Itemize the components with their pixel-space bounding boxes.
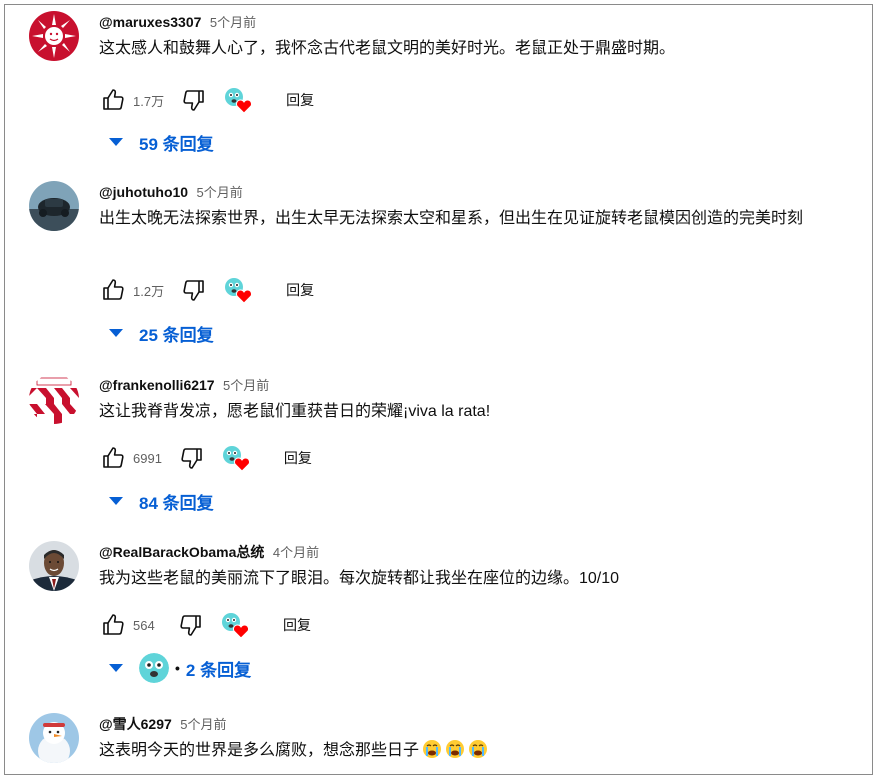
- thumb-up-icon[interactable]: [99, 611, 127, 639]
- like-count: 1.2万: [133, 283, 165, 299]
- author-handle[interactable]: @frankenolli6217: [99, 377, 215, 393]
- comment-body: @雪人6297 5个月前 这表明今天的世界是多么腐败，想念那些日子: [99, 713, 872, 763]
- avatar[interactable]: [29, 713, 79, 763]
- author-handle[interactable]: @雪人6297: [99, 716, 172, 732]
- avatar[interactable]: [29, 374, 79, 424]
- caret-down-icon: [109, 664, 123, 672]
- comment-text: 这让我脊背发凉，愿老鼠们重获昔日的荣耀¡viva la rata!: [99, 403, 491, 420]
- comment-actions: 1.7万 回复: [99, 83, 322, 117]
- comment-text-content: 这表明今天的世界是多么腐败，想念那些日子: [99, 742, 420, 759]
- comments-section: @maruxes3307 5个月前 这太感人和鼓舞人心了，我怀念古代老鼠文明的美…: [4, 4, 873, 775]
- replies-count: 59 条回复: [139, 134, 214, 154]
- comment-actions: 564 回复: [99, 608, 319, 642]
- loudly-crying-face-icon: [445, 739, 465, 759]
- comment-time[interactable]: 5个月前: [223, 378, 269, 393]
- creator-heart-icon: [224, 277, 253, 304]
- author-handle[interactable]: @juhotuho10: [99, 184, 188, 200]
- caret-down-icon: [109, 329, 123, 337]
- like-count: 1.7万: [133, 93, 165, 109]
- avatar[interactable]: [29, 181, 79, 231]
- reply-button[interactable]: 回复: [275, 611, 319, 639]
- avatar[interactable]: [29, 11, 79, 61]
- comment-body: @frankenolli6217 5个月前 这让我脊背发凉，愿老鼠们重获昔日的荣…: [99, 374, 872, 424]
- caret-down-icon: [109, 138, 123, 146]
- thumb-down-icon[interactable]: [178, 444, 206, 472]
- like-count: 6991: [133, 450, 162, 466]
- author-handle[interactable]: @RealBarackObama总统: [99, 544, 264, 560]
- reply-button[interactable]: 回复: [278, 276, 322, 304]
- thumb-up-icon[interactable]: [99, 276, 127, 304]
- comment-actions: 6991 回复: [99, 441, 320, 475]
- comment-text: 这太感人和鼓舞人心了，我怀念古代老鼠文明的美好时光。老鼠正处于鼎盛时期。: [99, 40, 676, 57]
- creator-avatar: [139, 653, 169, 683]
- loudly-crying-face-icon: [422, 739, 442, 759]
- view-replies-button[interactable]: 84 条回复: [109, 486, 214, 516]
- comment-body: @RealBarackObama总统 4个月前 我为这些老鼠的美丽流下了眼泪。每…: [99, 541, 872, 591]
- reply-button[interactable]: 回复: [276, 444, 320, 472]
- loudly-crying-face-icon: [468, 739, 488, 759]
- view-replies-button[interactable]: 59 条回复: [109, 127, 214, 157]
- creator-heart-icon: [224, 87, 253, 114]
- reply-button[interactable]: 回复: [278, 86, 322, 114]
- comment-body: @juhotuho10 5个月前 出生太晚无法探索世界，出生太早无法探索太空和星…: [99, 181, 872, 231]
- author-handle[interactable]: @maruxes3307: [99, 14, 201, 30]
- view-replies-button[interactable]: 25 条回复: [109, 318, 214, 348]
- thumb-up-icon[interactable]: [99, 86, 127, 114]
- comment-time[interactable]: 5个月前: [180, 717, 226, 732]
- thumb-down-icon[interactable]: [177, 611, 205, 639]
- separator-dot: •: [175, 660, 180, 676]
- like-count: 564: [133, 617, 155, 633]
- comment-time[interactable]: 5个月前: [210, 15, 256, 30]
- replies-count: 2 条回复: [185, 660, 252, 680]
- comment-body: @maruxes3307 5个月前 这太感人和鼓舞人心了，我怀念古代老鼠文明的美…: [99, 11, 872, 61]
- comment-text: 这表明今天的世界是多么腐败，想念那些日子: [99, 739, 872, 763]
- replies-count: 25 条回复: [139, 325, 214, 345]
- caret-down-icon: [109, 497, 123, 505]
- thumb-up-icon[interactable]: [99, 444, 127, 472]
- comment-time[interactable]: 4个月前: [273, 545, 319, 560]
- thumb-down-icon[interactable]: [180, 276, 208, 304]
- comment-time[interactable]: 5个月前: [197, 185, 243, 200]
- comment-actions: 1.2万 回复: [99, 273, 322, 307]
- avatar[interactable]: [29, 541, 79, 591]
- comment-text: 我为这些老鼠的美丽流下了眼泪。每次旋转都让我坐在座位的边缘。10/10: [99, 570, 620, 587]
- replies-count: 84 条回复: [139, 493, 214, 513]
- thumb-down-icon[interactable]: [180, 86, 208, 114]
- comment-text: 出生太晚无法探索世界，出生太早无法探索太空和星系，但出生在见证旋转老鼠模因创造的…: [99, 210, 804, 227]
- creator-heart-icon: [222, 445, 250, 472]
- view-replies-button[interactable]: • 2 条回复: [109, 653, 251, 683]
- creator-heart-icon: [221, 612, 249, 639]
